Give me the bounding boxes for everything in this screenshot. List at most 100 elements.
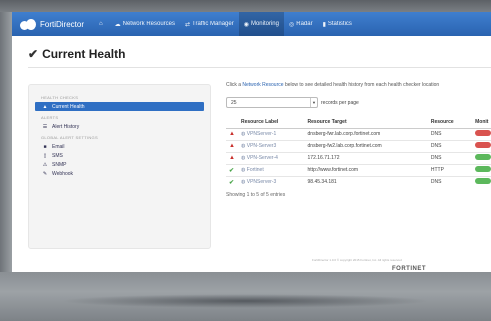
monitor-status-badge[interactable] [475, 178, 491, 185]
nav-item-network-resources[interactable]: ☁ Network Resources [110, 12, 180, 36]
resource-label[interactable]: ◍ VPN-Server3 [238, 139, 305, 152]
monitor-status-badge[interactable] [475, 154, 491, 160]
sidebar-item-label: Current Health [52, 103, 85, 110]
snmp-icon: ⚠ [42, 161, 48, 168]
sidebar-section-header: HEALTH CHECKS [41, 95, 79, 100]
sidebar-item-current-health[interactable]: ▲ Current Health [35, 102, 204, 111]
sidebar-item-label: SNMP [52, 161, 67, 168]
resource-target: dnsberg-fw2.lab.corp.fortinet.com [304, 139, 428, 152]
monitor-cell [472, 163, 491, 176]
nav-item-label: Monitoring [250, 21, 279, 27]
sidebar-section-header: GLOBAL ALERT SETTINGS [41, 135, 98, 140]
resource-label[interactable]: ◍ VPNServer-3 [238, 175, 305, 188]
resource-type: DNS [427, 175, 473, 188]
fortidirector-logo-icon [20, 18, 36, 30]
network-resource-link[interactable]: Network Resource [242, 82, 283, 88]
column-header[interactable]: Resource Target [304, 116, 428, 129]
home-icon: ⌂ [99, 21, 103, 27]
monitor-cell [472, 139, 491, 152]
warning-icon: ▲ [226, 139, 238, 152]
table-row[interactable]: ▲ ◍ VPN-Server-4 172.16.71.172 DNS [226, 151, 491, 164]
health-table: Resource Label Resource Target Resource Mon… [226, 116, 491, 188]
nav-item-label: Statistics [327, 21, 352, 27]
sidebar-item-sms[interactable]: ▯ SMS [29, 151, 210, 160]
sidebar-item-webhook[interactable]: ✎ Webhook [29, 169, 210, 178]
table-row[interactable]: ▲ ◍ VPNServer-1 dnsberg-fwr.lab.corp.forti… [226, 127, 491, 140]
footer-copyright: FortiDirector 1.0.0 © copyright 2015 For… [312, 258, 402, 262]
check-icon: ✔ [226, 163, 238, 176]
sidebar-item-alert-history[interactable]: ☰ Alert History [29, 122, 210, 131]
monitor-status-badge[interactable] [475, 166, 491, 172]
resource-type: DNS [427, 127, 473, 140]
top-navbar: FortiDirector ⌂ ☁ Network Resources ⇄ Traffi… [12, 12, 491, 36]
monitor-cell [472, 151, 491, 164]
webhook-icon: ✎ [42, 170, 48, 177]
email-icon: ■ [43, 143, 47, 150]
sidebar: HEALTH CHECKS ▲ Current Health ALERTS ☰ Alert… [28, 84, 211, 249]
cloud-icon: ☁ [114, 21, 121, 28]
table-row[interactable]: ✔ ◍ VPNServer-3 98.45.34.181 DNS [226, 175, 491, 188]
column-header[interactable]: Resource Label [238, 116, 305, 129]
monitor-cell [472, 127, 491, 140]
resource-target: 172.16.71.172 [304, 151, 428, 164]
sidebar-item-label: Alert History [52, 123, 80, 130]
bezel-left [0, 12, 12, 272]
brand-name[interactable]: FortiDirector [40, 20, 84, 29]
nav-item-home[interactable]: ⌂ [94, 12, 110, 36]
table-header-row: Resource Label Resource Target Resource Mon… [226, 116, 491, 129]
nav-item-label: Traffic Manager [192, 21, 234, 27]
table-row[interactable]: ▲ ◍ VPN-Server3 dnsberg-fw2.lab.corp.forti… [226, 139, 491, 152]
nav-item-label: Radar [296, 21, 313, 27]
resource-target: dnsberg-fwr.lab.corp.fortinet.com [304, 127, 428, 140]
resource-label[interactable]: ◍ VPN-Server-4 [238, 151, 305, 164]
list-icon: ☰ [42, 123, 48, 130]
resource-label[interactable]: ◍ Fortinet [238, 163, 305, 176]
warning-icon: ▲ [226, 127, 238, 140]
resource-target: http://www.fortinet.com [304, 163, 428, 176]
page-size-select[interactable]: 25 ▼ [226, 97, 318, 108]
table-controls: 25 ▼ records per page [226, 97, 491, 108]
radar-icon: ◎ [288, 21, 295, 28]
resource-type: DNS [427, 151, 473, 164]
monitor-status-badge[interactable] [475, 130, 491, 136]
sms-icon: ▯ [43, 152, 47, 159]
intro-text: Click a Network Resource below to see de… [226, 82, 440, 88]
stats-icon: ▮ [322, 21, 326, 28]
resource-label[interactable]: ◍ VPNServer-1 [238, 127, 305, 140]
column-header[interactable]: Resource [427, 116, 473, 129]
sidebar-item-email[interactable]: ■ Email [29, 142, 210, 151]
column-header[interactable]: Monit [472, 116, 491, 129]
sidebar-item-label: SMS [52, 152, 63, 159]
chevron-down-icon: ▼ [310, 98, 317, 107]
traffic-icon: ⇄ [185, 21, 191, 28]
check-icon: ✔ [226, 175, 238, 188]
nav-item-statistics[interactable]: ▮ Statistics [318, 12, 357, 36]
sidebar-section-header: ALERTS [41, 115, 59, 120]
heart-icon: ▲ [42, 103, 48, 110]
monitoring-icon: ◉ [243, 21, 249, 28]
resource-type: HTTP [427, 163, 473, 176]
sidebar-item-label: Email [52, 143, 65, 150]
nav-item-monitoring[interactable]: ◉ Monitoring [238, 12, 284, 36]
screen: FortiDirector ⌂ ☁ Network Resources ⇄ Traffi… [12, 12, 491, 274]
sidebar-item-snmp[interactable]: ⚠ SNMP [29, 160, 210, 169]
nav-item-label: Network Resources [122, 21, 175, 27]
bezel-bottom [0, 272, 491, 321]
checkmark-icon: ✔ [28, 47, 39, 61]
showing-entries: Showing 1 to 5 of 5 entries [226, 192, 286, 198]
resource-target: 98.45.34.181 [304, 175, 428, 188]
monitor-status-badge[interactable] [475, 142, 491, 148]
nav-item-radar[interactable]: ◎ Radar [284, 12, 318, 36]
table-row[interactable]: ✔ ◍ Fortinet http://www.fortinet.com HTTP [226, 163, 491, 176]
main-content: Click a Network Resource below to see de… [226, 82, 491, 198]
page-title: ✔ Current Health [28, 47, 126, 61]
column-header [226, 116, 238, 129]
warning-icon: ▲ [226, 151, 238, 164]
divider [28, 67, 491, 68]
bezel-top [0, 0, 491, 12]
per-page-label: records per page [321, 99, 359, 106]
monitor-cell [472, 175, 491, 188]
nav-item-traffic-manager[interactable]: ⇄ Traffic Manager [180, 12, 239, 36]
sidebar-item-label: Webhook [52, 170, 74, 177]
resource-type: DNS [427, 139, 473, 152]
